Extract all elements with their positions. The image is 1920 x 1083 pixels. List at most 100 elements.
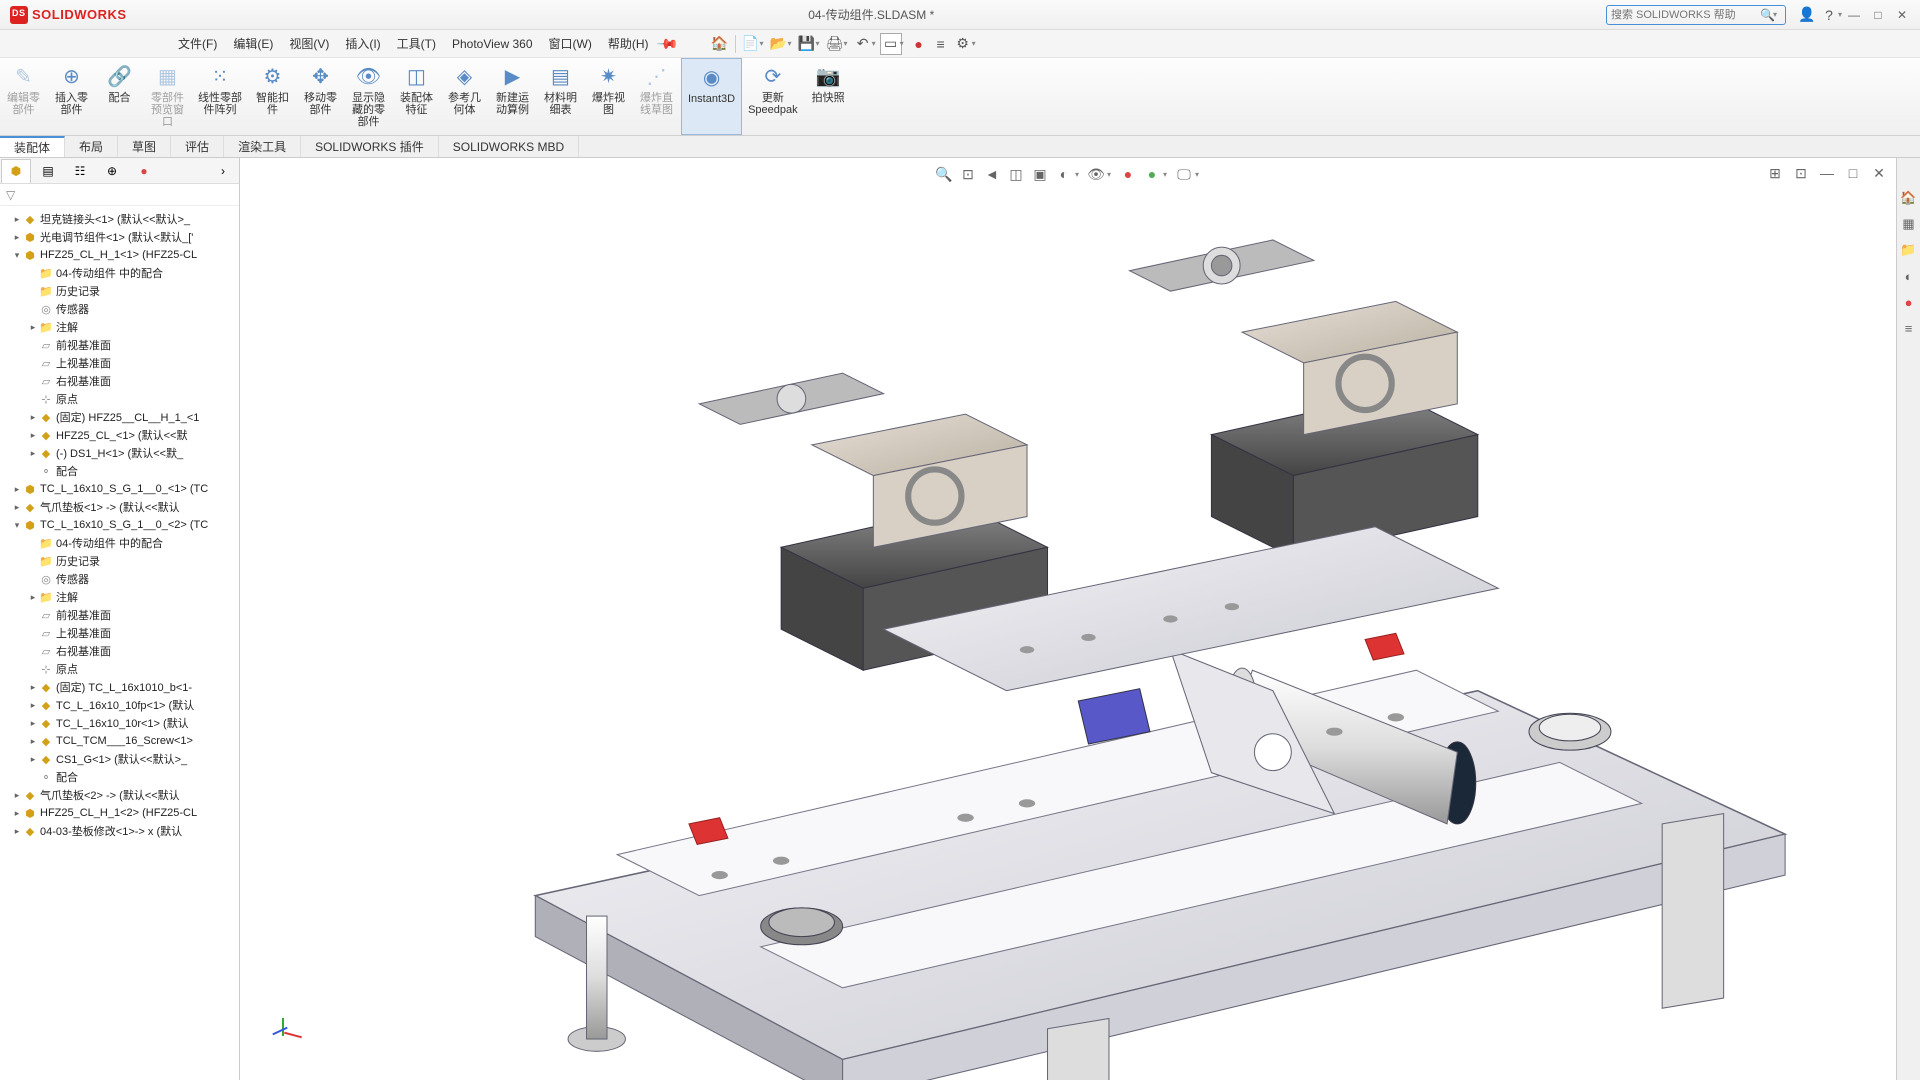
tree-node[interactable]: ⚬配合 xyxy=(0,768,239,786)
tree-node[interactable]: ▸◆TC_L_16x10_10fp<1> (默认 xyxy=(0,696,239,714)
menu-view[interactable]: 视图(V) xyxy=(281,35,337,52)
rebuild-icon[interactable]: ● xyxy=(908,33,930,55)
expand-icon[interactable]: ▸ xyxy=(12,502,22,513)
insert-component-button[interactable]: ⊕插入零 部件 xyxy=(48,58,96,135)
undo-dropdown[interactable]: ▾ xyxy=(872,39,876,48)
undo-icon[interactable]: ↶ xyxy=(852,33,874,55)
tree-node[interactable]: ▸⬢TC_L_16x10_S_G_1__0_<1> (TC xyxy=(0,480,239,498)
tree-node[interactable]: ▱右视基准面 xyxy=(0,642,239,660)
tree-node[interactable]: ▸◆CS1_G<1> (默认<<默认>_ xyxy=(0,750,239,768)
expand-icon[interactable]: ▸ xyxy=(12,808,22,819)
pin-icon[interactable]: 📌 xyxy=(652,28,683,59)
section-icon[interactable]: ◫ xyxy=(1005,163,1027,185)
tree-node[interactable]: ▾⬢TC_L_16x10_S_G_1__0_<2> (TC xyxy=(0,516,239,534)
new-icon[interactable]: 📄 xyxy=(740,33,762,55)
vp-maximize-icon[interactable]: □ xyxy=(1842,162,1864,184)
tree-node[interactable]: ⊹原点 xyxy=(0,390,239,408)
tree-node[interactable]: 📁历史记录 xyxy=(0,552,239,570)
tab-assembly[interactable]: 装配体 xyxy=(0,136,65,157)
appearance-tab[interactable]: ● xyxy=(129,159,159,183)
motion-study-button[interactable]: ▶新建运 动算例 xyxy=(489,58,537,135)
expand-icon[interactable]: ▸ xyxy=(28,322,38,333)
home-icon[interactable]: 🏠 xyxy=(709,33,731,55)
hide-show-icon[interactable]: 👁 xyxy=(1085,163,1107,185)
tree-node[interactable]: ▸◆(固定) TC_L_16x1010_b<1- xyxy=(0,678,239,696)
tree-node[interactable]: ▸⬢光电调节组件<1> (默认<默认_[' xyxy=(0,228,239,246)
print-dropdown[interactable]: ▾ xyxy=(844,39,848,48)
show-hide-button[interactable]: 👁显示隐 藏的零 部件 xyxy=(345,58,393,135)
appearances-icon[interactable]: ● xyxy=(1899,292,1919,312)
speedpak-button[interactable]: ⟳更新 Speedpak xyxy=(742,58,805,135)
tree-node[interactable]: ▸◆(-) DS1_H<1> (默认<<默_ xyxy=(0,444,239,462)
settings-icon[interactable]: ⚙ xyxy=(952,33,974,55)
expand-icon[interactable]: ▸ xyxy=(28,430,38,441)
tab-layout[interactable]: 布局 xyxy=(65,136,118,157)
expand-icon[interactable]: ▸ xyxy=(28,700,38,711)
feature-tree-tab[interactable]: ⬢ xyxy=(1,159,31,183)
tree-node[interactable]: ▸📁注解 xyxy=(0,588,239,606)
tab-sketch[interactable]: 草图 xyxy=(118,136,171,157)
tree-node[interactable]: ⚬配合 xyxy=(0,462,239,480)
tree-node[interactable]: ▸◆TCL_TCM___16_Screw<1> xyxy=(0,732,239,750)
help-search[interactable]: 🔍 ▾ xyxy=(1606,5,1786,25)
vp-close-icon[interactable]: ✕ xyxy=(1868,162,1890,184)
zoom-area-icon[interactable]: ⊡ xyxy=(957,163,979,185)
smart-fastener-button[interactable]: ⚙智能扣 件 xyxy=(249,58,297,135)
exploded-view-button[interactable]: ✷爆炸视 图 xyxy=(585,58,633,135)
property-tab[interactable]: ▤ xyxy=(33,159,63,183)
expand-icon[interactable]: ▾ xyxy=(12,250,22,261)
move-component-button[interactable]: ✥移动零 部件 xyxy=(297,58,345,135)
tab-mbd[interactable]: SOLIDWORKS MBD xyxy=(439,136,579,157)
expand-icon[interactable]: ▸ xyxy=(28,736,38,747)
tree-node[interactable]: ▸◆HFZ25_CL_<1> (默认<<默 xyxy=(0,426,239,444)
save-dropdown[interactable]: ▾ xyxy=(816,39,820,48)
menu-help[interactable]: 帮助(H) xyxy=(600,35,657,52)
menu-tools[interactable]: 工具(T) xyxy=(389,35,444,52)
menu-insert[interactable]: 插入(I) xyxy=(337,35,388,52)
tree-node[interactable]: ▱上视基准面 xyxy=(0,354,239,372)
3d-viewport[interactable]: 🔍 ⊡ ◄ ◫ ▣ ◐ ▾ 👁 ▾ ● ● ▾ 🖵 ▾ ⊞ ⊡ — □ ✕ xyxy=(240,158,1896,1080)
edit-appearance-icon[interactable]: ● xyxy=(1117,163,1139,185)
custom-props-icon[interactable]: ≡ xyxy=(1899,318,1919,338)
help-search-input[interactable] xyxy=(1611,9,1760,21)
expand-icon[interactable]: ▸ xyxy=(12,790,22,801)
display-style-icon[interactable]: ◐ xyxy=(1053,163,1075,185)
settings-dropdown[interactable]: ▾ xyxy=(972,39,976,48)
orientation-triad[interactable] xyxy=(264,1010,304,1050)
help-icon[interactable]: ? xyxy=(1818,4,1840,26)
tab-plugins[interactable]: SOLIDWORKS 插件 xyxy=(301,136,439,157)
close-button[interactable]: ✕ xyxy=(1894,7,1910,23)
options-icon[interactable]: ≡ xyxy=(930,33,952,55)
tree-node[interactable]: ▸◆坦克链接头<1> (默认<<默认>_ xyxy=(0,210,239,228)
resources-icon[interactable]: 🏠 xyxy=(1899,188,1919,208)
tree-node[interactable]: ▸◆(固定) HFZ25__CL__H_1_<1 xyxy=(0,408,239,426)
expand-icon[interactable]: ▸ xyxy=(12,232,22,243)
ref-geometry-button[interactable]: ◈参考几 何体 xyxy=(441,58,489,135)
expand-icon[interactable]: ▸ xyxy=(28,754,38,765)
tree-node[interactable]: ▸◆04-03-垫板修改<1>-> x (默认 xyxy=(0,822,239,840)
config-tab[interactable]: ☷ xyxy=(65,159,95,183)
tree-node[interactable]: 📁04-传动组件 中的配合 xyxy=(0,534,239,552)
tree-node[interactable]: 📁04-传动组件 中的配合 xyxy=(0,264,239,282)
file-explorer-icon[interactable]: 📁 xyxy=(1899,240,1919,260)
tree-node[interactable]: ▸📁注解 xyxy=(0,318,239,336)
expand-icon[interactable]: ▸ xyxy=(28,682,38,693)
tab-evaluate[interactable]: 评估 xyxy=(171,136,224,157)
open-icon[interactable]: 📂 xyxy=(768,33,790,55)
design-lib-icon[interactable]: ▦ xyxy=(1899,214,1919,234)
menu-edit[interactable]: 编辑(E) xyxy=(225,35,281,52)
vp-minimize-icon[interactable]: — xyxy=(1816,162,1838,184)
expand-icon[interactable]: ▸ xyxy=(28,718,38,729)
maximize-button[interactable]: □ xyxy=(1870,7,1886,23)
select-dropdown[interactable]: ▾ xyxy=(900,39,904,48)
tree-node[interactable]: ▾⬢HFZ25_CL_H_1<1> (HFZ25-CL xyxy=(0,246,239,264)
tree-node[interactable]: ▸◆TC_L_16x10_10r<1> (默认 xyxy=(0,714,239,732)
select-icon[interactable]: ▭ xyxy=(880,33,902,55)
menu-window[interactable]: 窗口(W) xyxy=(541,35,600,52)
view-orient-icon[interactable]: ▣ xyxy=(1029,163,1051,185)
open-dropdown[interactable]: ▾ xyxy=(788,39,792,48)
feature-tree[interactable]: ▸◆坦克链接头<1> (默认<<默认>_▸⬢光电调节组件<1> (默认<默认_[… xyxy=(0,206,239,1080)
prev-view-icon[interactable]: ◄ xyxy=(981,163,1003,185)
minimize-button[interactable]: — xyxy=(1846,7,1862,23)
bom-button[interactable]: ▤材料明 细表 xyxy=(537,58,585,135)
